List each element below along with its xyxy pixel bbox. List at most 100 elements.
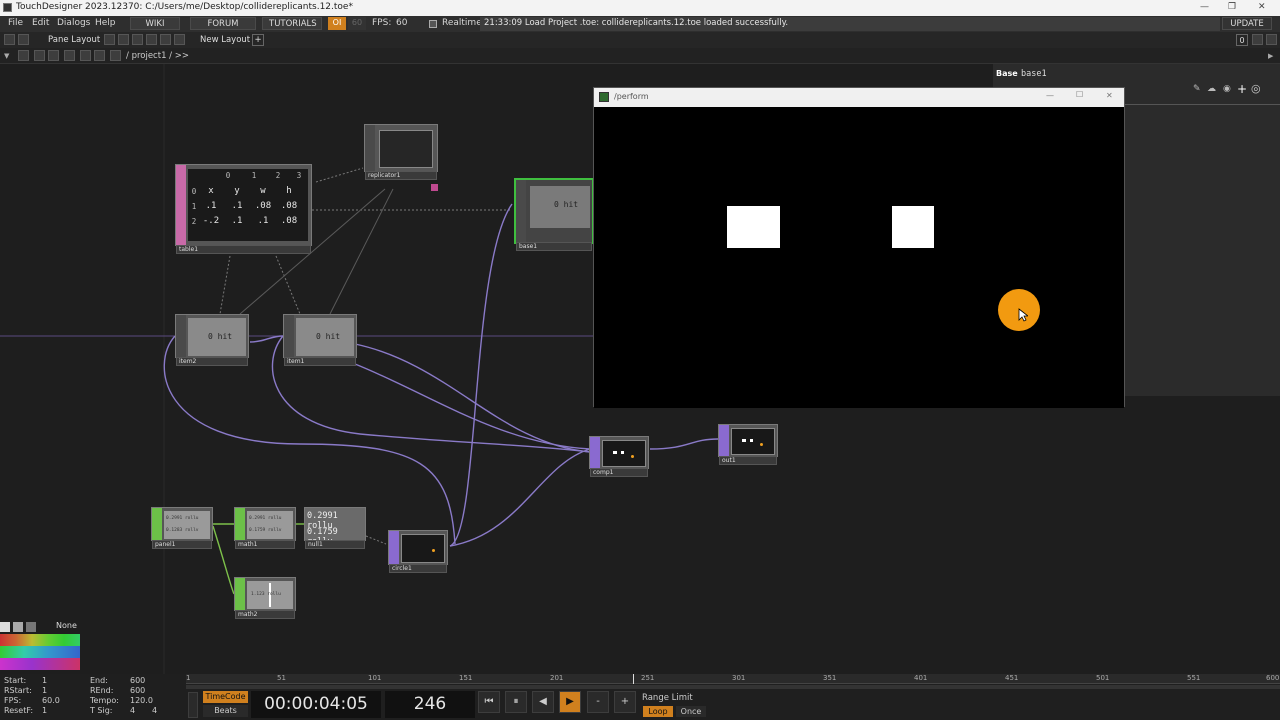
palette-row[interactable] <box>0 646 80 658</box>
fps-value[interactable]: 60.0 <box>42 696 60 705</box>
target-icon[interactable]: ◎ <box>1251 82 1261 95</box>
menu-file[interactable]: File <box>8 18 23 28</box>
table-cell: .08 <box>280 216 298 226</box>
layout-split-v-icon[interactable] <box>132 34 143 45</box>
time-ruler[interactable]: 1 51 101 151 201 251 301 351 401 451 501… <box>186 674 1280 684</box>
palette-row[interactable] <box>0 658 80 670</box>
rstart-value[interactable]: 1 <box>42 686 47 695</box>
wiki-button[interactable]: WIKI <box>130 17 180 30</box>
tsig-value-a[interactable]: 4 <box>130 706 135 715</box>
playhead[interactable] <box>633 674 634 684</box>
item1-node[interactable]: 0 hit item1 <box>283 314 357 366</box>
beats-toggle[interactable]: Beats <box>203 705 248 717</box>
network-path[interactable]: / project1 / >> <box>126 51 189 61</box>
layout-single-icon[interactable] <box>104 34 115 45</box>
pane-icon[interactable] <box>4 34 15 45</box>
python-icon[interactable]: ◉ <box>1223 84 1231 94</box>
math1-node[interactable]: 0.2991 rollu 0.1759 rollv math1 <box>234 507 296 549</box>
pane-split-icon[interactable] <box>1252 34 1263 45</box>
back-icon[interactable] <box>34 50 45 61</box>
add-icon[interactable] <box>64 50 75 61</box>
close-button[interactable]: ✕ <box>1258 2 1266 12</box>
node-viewer: 0.2991 rollu 0.1283 rollv <box>164 511 210 539</box>
minimize-button[interactable]: — <box>1200 2 1209 12</box>
comp1-node[interactable]: comp1 <box>589 436 649 477</box>
once-toggle[interactable]: Once <box>676 706 706 717</box>
step-minus-button[interactable]: - <box>587 691 609 713</box>
out1-node[interactable]: out1 <box>718 424 778 465</box>
menu-dialogs[interactable]: Dialogs <box>57 18 90 28</box>
range-bar[interactable] <box>186 685 1280 689</box>
resetf-value[interactable]: 1 <box>42 706 47 715</box>
layout-triple-icon[interactable] <box>146 34 157 45</box>
timeline-settings-icon[interactable] <box>188 692 198 718</box>
pane-layout-label: Pane Layout <box>48 35 101 45</box>
frame-display[interactable]: 246 <box>385 691 475 718</box>
sixty-toggle[interactable]: 60 <box>348 17 366 30</box>
palette-swatch[interactable] <box>26 622 36 632</box>
replicator-output-icon[interactable] <box>431 184 438 191</box>
forum-button[interactable]: FORUM <box>190 17 256 30</box>
layout-split-h-icon[interactable] <box>118 34 129 45</box>
play-button[interactable]: ▶ <box>559 691 581 713</box>
end-value[interactable]: 600 <box>130 676 145 685</box>
palette-none[interactable]: None <box>56 621 77 630</box>
touchdesigner-app: TouchDesigner 2023.12370: C:/Users/me/De… <box>0 0 1280 720</box>
comment-icon[interactable]: ☁ <box>1207 84 1216 94</box>
pane-index[interactable]: 0 <box>1236 34 1248 46</box>
timecode-toggle[interactable]: TimeCode <box>203 691 248 703</box>
tsig-value-b[interactable]: 4 <box>152 706 157 715</box>
right-arrow-icon[interactable]: ▶ <box>1268 52 1273 60</box>
maximize-button[interactable]: ❐ <box>1228 2 1236 12</box>
forward-icon[interactable] <box>48 50 59 61</box>
replicator1-node[interactable]: replicator1 <box>364 124 438 180</box>
loop-toggle[interactable]: Loop <box>643 706 673 717</box>
tempo-value[interactable]: 120.0 <box>130 696 153 705</box>
circle1-node[interactable]: circle1 <box>388 530 448 573</box>
realtime-checkbox[interactable] <box>429 20 437 28</box>
rend-value[interactable]: 600 <box>130 686 145 695</box>
pencil-icon[interactable]: ✎ <box>1193 84 1201 94</box>
minimize-button[interactable]: — <box>1046 91 1054 100</box>
panel1-node[interactable]: 0.2991 rollu 0.1283 rollv panel1 <box>151 507 213 549</box>
rstart-label: RStart: <box>4 686 32 695</box>
step-plus-button[interactable]: + <box>614 691 636 713</box>
close-button[interactable]: ✕ <box>1106 91 1113 100</box>
tutorials-button[interactable]: TUTORIALS <box>262 17 322 30</box>
pause-button[interactable]: ⏸ <box>505 691 527 713</box>
new-layout-label[interactable]: New Layout <box>200 35 250 45</box>
base1-node[interactable]: 0 hit base1 <box>514 178 594 251</box>
palette-swatch[interactable] <box>13 622 23 632</box>
palette-swatch[interactable] <box>0 622 10 632</box>
home-path-icon[interactable] <box>110 50 121 61</box>
menu-help[interactable]: Help <box>95 18 116 28</box>
menu-edit[interactable]: Edit <box>32 18 49 28</box>
rewind-button[interactable]: ⏮ <box>478 691 500 713</box>
start-value[interactable]: 1 <box>42 676 47 685</box>
update-button[interactable]: UPDATE <box>1222 17 1272 30</box>
stop-icon[interactable] <box>18 50 29 61</box>
layout-quad-icon[interactable] <box>160 34 171 45</box>
oi-toggle[interactable]: OI <box>328 17 346 30</box>
bookmark-icon[interactable] <box>80 50 91 61</box>
math2-node[interactable]: 1.123 rollu math2 <box>234 577 296 619</box>
palette-row[interactable] <box>0 634 80 646</box>
add-layout-button[interactable]: + <box>252 34 264 46</box>
op-name[interactable]: base1 <box>1021 69 1047 79</box>
null1-node[interactable]: 0.2991 rollu 0.1759 rollv null1 <box>304 507 366 549</box>
add-icon[interactable]: + <box>1237 82 1247 96</box>
perform-window[interactable]: /perform — ☐ ✕ <box>593 87 1125 408</box>
table1-node[interactable]: 0 1 2 3 0 x y w h 1 .1 .1 .08 .08 2 -.2 … <box>175 164 312 254</box>
timecode-display[interactable]: 00:00:04:05 <box>251 691 381 718</box>
home-icon[interactable] <box>18 34 29 45</box>
dropdown-icon[interactable]: ▼ <box>4 52 9 60</box>
pane-close-icon[interactable] <box>1266 34 1277 45</box>
layout-custom-icon[interactable] <box>174 34 185 45</box>
search-icon[interactable] <box>94 50 105 61</box>
item2-node[interactable]: 0 hit item2 <box>175 314 249 366</box>
maximize-button[interactable]: ☐ <box>1076 90 1083 99</box>
perform-viewport[interactable] <box>594 107 1124 408</box>
ruler-tick: 351 <box>823 674 837 682</box>
step-back-button[interactable]: ◀ <box>532 691 554 713</box>
node-viewer: 1.123 rollu <box>247 581 293 609</box>
